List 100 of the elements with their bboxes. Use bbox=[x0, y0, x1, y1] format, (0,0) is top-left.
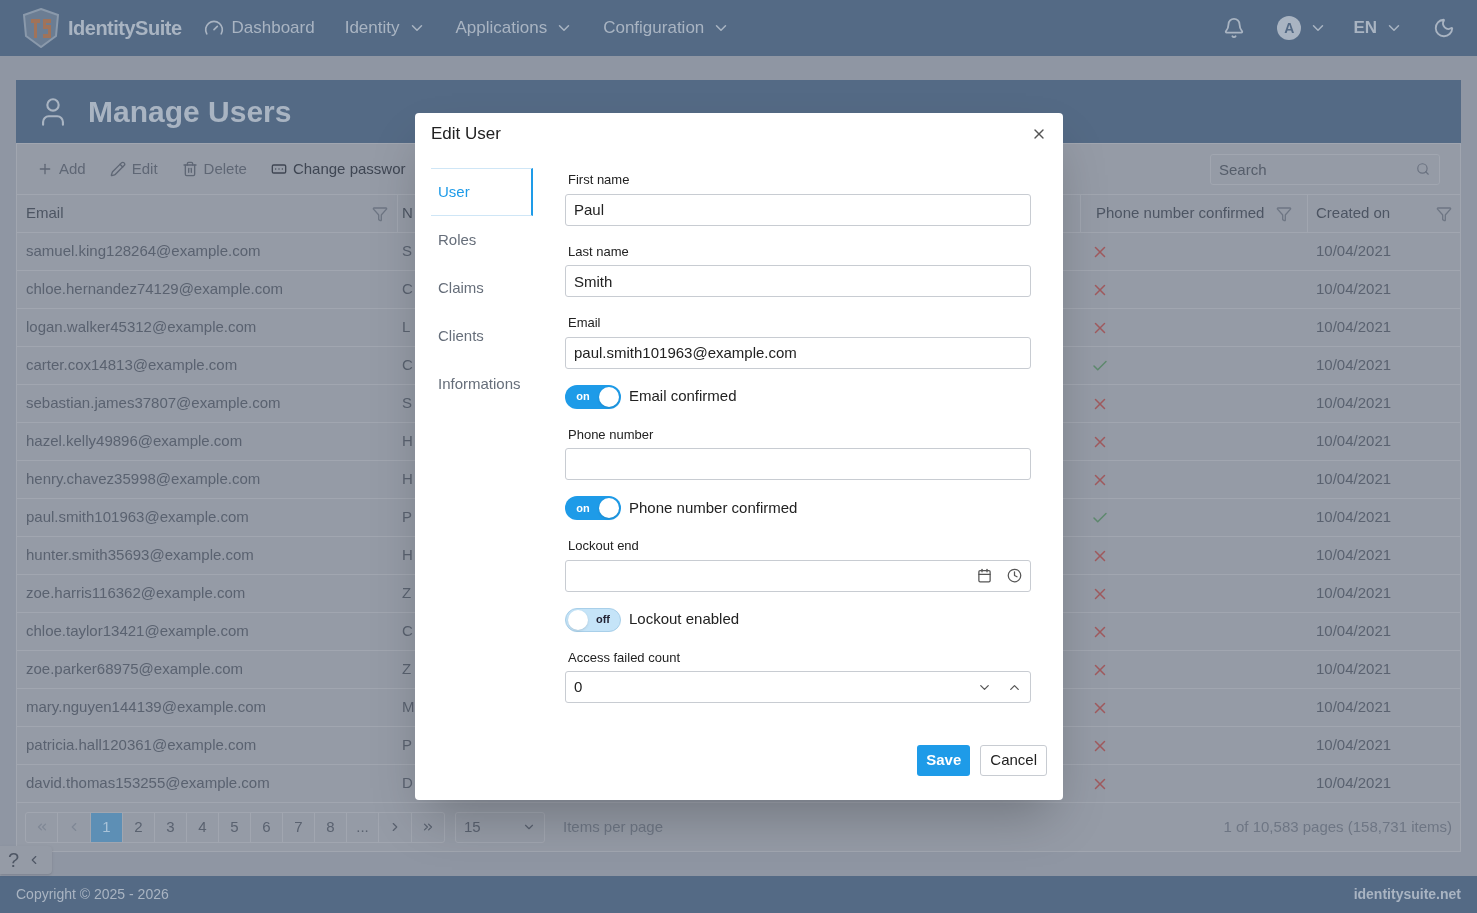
page-button[interactable]: 1 bbox=[91, 812, 123, 842]
date-cell-text: 10/04/2021 bbox=[1315, 241, 1393, 262]
email-cell-text: zoe.parker68975@example.com bbox=[25, 659, 244, 680]
nav-link[interactable]: Identity bbox=[344, 15, 426, 41]
date-cell-text: 10/04/2021 bbox=[1315, 773, 1393, 794]
name-cell-text: L bbox=[402, 317, 411, 338]
name-cell-text: Z bbox=[402, 659, 412, 680]
search-icon bbox=[1416, 161, 1430, 176]
clock-icon[interactable] bbox=[1007, 568, 1022, 583]
page-button[interactable]: 4 bbox=[187, 812, 219, 842]
name-cell-text: C bbox=[402, 621, 413, 642]
name-cell-text: P bbox=[402, 507, 412, 528]
text-field[interactable]: Smith bbox=[565, 265, 1031, 297]
language-menu[interactable]: EN bbox=[1353, 15, 1403, 41]
page-button[interactable]: 2 bbox=[123, 812, 155, 842]
nav-link[interactable]: Configuration bbox=[603, 15, 731, 41]
email-cell-text: mary.nguyen144139@example.com bbox=[25, 697, 268, 718]
date-cell-text: 10/04/2021 bbox=[1315, 393, 1393, 414]
double-chevron-right-icon bbox=[421, 820, 435, 834]
date-cell-text: 10/04/2021 bbox=[1315, 697, 1393, 718]
column-title: Email bbox=[26, 203, 64, 224]
user-menu[interactable]: A bbox=[1277, 16, 1328, 40]
date-cell-text: 10/04/2021 bbox=[1315, 469, 1393, 490]
name-cell-text: D bbox=[402, 773, 413, 794]
toggle-switch[interactable]: on bbox=[565, 496, 621, 520]
email-cell-text: henry.chavez35998@example.com bbox=[25, 469, 262, 490]
page-button[interactable]: 6 bbox=[251, 812, 283, 842]
gauge-icon bbox=[203, 18, 224, 38]
toggle-knob bbox=[599, 498, 619, 518]
toggle-switch[interactable]: on bbox=[565, 384, 621, 409]
toggle-switch[interactable]: off bbox=[565, 607, 621, 632]
email-cell-text: sebastian.james37807@example.com bbox=[25, 393, 282, 414]
filter-icon[interactable] bbox=[1276, 205, 1292, 222]
dialog-title: Edit User bbox=[431, 123, 501, 146]
name-cell-text: Z bbox=[402, 583, 412, 604]
bell-icon[interactable] bbox=[1223, 17, 1246, 39]
text-field[interactable]: Paul bbox=[565, 193, 1031, 226]
toggle-label: Phone number confirmed bbox=[629, 497, 798, 518]
email-cell-text: logan.walker45312@example.com bbox=[25, 317, 258, 338]
dialog-tab[interactable]: Roles bbox=[431, 216, 533, 264]
trash-icon bbox=[181, 161, 198, 177]
help-button[interactable]: ? bbox=[0, 846, 52, 874]
date-cell-text: 10/04/2021 bbox=[1315, 583, 1393, 604]
page-size-select[interactable]: 15 bbox=[455, 811, 545, 843]
date-cell-text: 10/04/2021 bbox=[1315, 735, 1393, 756]
toggle-label: Lockout enabled bbox=[629, 609, 740, 630]
toggle-label: Email confirmed bbox=[629, 386, 737, 407]
date-cell-text: 10/04/2021 bbox=[1315, 317, 1393, 338]
date-cell-text: 10/04/2021 bbox=[1315, 431, 1393, 452]
field-label: Access failed count bbox=[568, 648, 681, 667]
nav-link[interactable]: Dashboard bbox=[203, 15, 315, 41]
email-cell-text: chloe.hernandez74129@example.com bbox=[25, 279, 285, 300]
search-field[interactable]: Search bbox=[1210, 153, 1440, 185]
page-button[interactable]: 5 bbox=[219, 812, 251, 842]
text-field[interactable]: paul.smith101963@example.com bbox=[565, 336, 1031, 369]
calendar-icon[interactable] bbox=[977, 568, 992, 583]
date-cell-text: 10/04/2021 bbox=[1315, 507, 1393, 528]
email-cell-text: patricia.hall120361@example.com bbox=[25, 735, 258, 756]
text-field[interactable] bbox=[565, 448, 1031, 480]
avatar: A bbox=[1277, 16, 1302, 40]
date-cell-text: 10/04/2021 bbox=[1315, 621, 1393, 642]
cancel-button[interactable]: Cancel bbox=[980, 745, 1047, 776]
name-cell-text: H bbox=[402, 469, 413, 490]
shield-logo-icon bbox=[22, 8, 60, 48]
name-cell-text: H bbox=[402, 545, 413, 566]
dialog-tab[interactable]: Clients bbox=[431, 312, 533, 360]
filter-icon[interactable] bbox=[1436, 205, 1452, 222]
name-cell-text: H bbox=[402, 431, 413, 452]
page-button[interactable]: 7 bbox=[283, 812, 315, 842]
name-cell-text: C bbox=[402, 355, 413, 376]
field-label: Last name bbox=[568, 242, 630, 261]
dialog-tab[interactable]: Claims bbox=[431, 264, 533, 312]
site-link[interactable]: identitysuite.net bbox=[1353, 884, 1461, 905]
save-button[interactable]: Save bbox=[917, 745, 971, 776]
moon-icon[interactable] bbox=[1433, 17, 1455, 39]
page-button[interactable]: 3 bbox=[155, 812, 187, 842]
field-label: Lockout end bbox=[568, 537, 640, 555]
name-cell-text: P bbox=[402, 735, 412, 756]
dialog-tab[interactable]: Informations bbox=[431, 360, 533, 408]
email-cell-text: carter.cox14813@example.com bbox=[25, 355, 239, 376]
field-label: First name bbox=[568, 171, 631, 189]
name-cell-text: C bbox=[402, 279, 413, 300]
dialog-tab[interactable]: User bbox=[431, 168, 533, 216]
field-label: Phone number bbox=[568, 425, 655, 444]
date-cell-text: 10/04/2021 bbox=[1315, 545, 1393, 566]
page-button[interactable]: 8 bbox=[315, 812, 347, 842]
toggle-knob bbox=[568, 609, 588, 630]
date-time-field[interactable] bbox=[565, 559, 1031, 592]
email-cell-text: paul.smith101963@example.com bbox=[25, 507, 250, 528]
column-title: N bbox=[402, 203, 413, 224]
date-cell-text: 10/04/2021 bbox=[1315, 659, 1393, 680]
filter-icon[interactable] bbox=[372, 205, 388, 222]
email-cell-text: david.thomas153255@example.com bbox=[25, 773, 271, 794]
name-cell-text: M bbox=[402, 697, 415, 718]
email-cell-text: samuel.king128264@example.com bbox=[25, 241, 262, 262]
page-button[interactable]: ... bbox=[347, 812, 379, 842]
number-field[interactable]: 0 bbox=[565, 671, 1031, 703]
nav-link[interactable]: Applications bbox=[455, 15, 574, 41]
date-cell-text: 10/04/2021 bbox=[1315, 355, 1393, 376]
toolbar-button[interactable]: Change passwor bbox=[270, 157, 406, 181]
